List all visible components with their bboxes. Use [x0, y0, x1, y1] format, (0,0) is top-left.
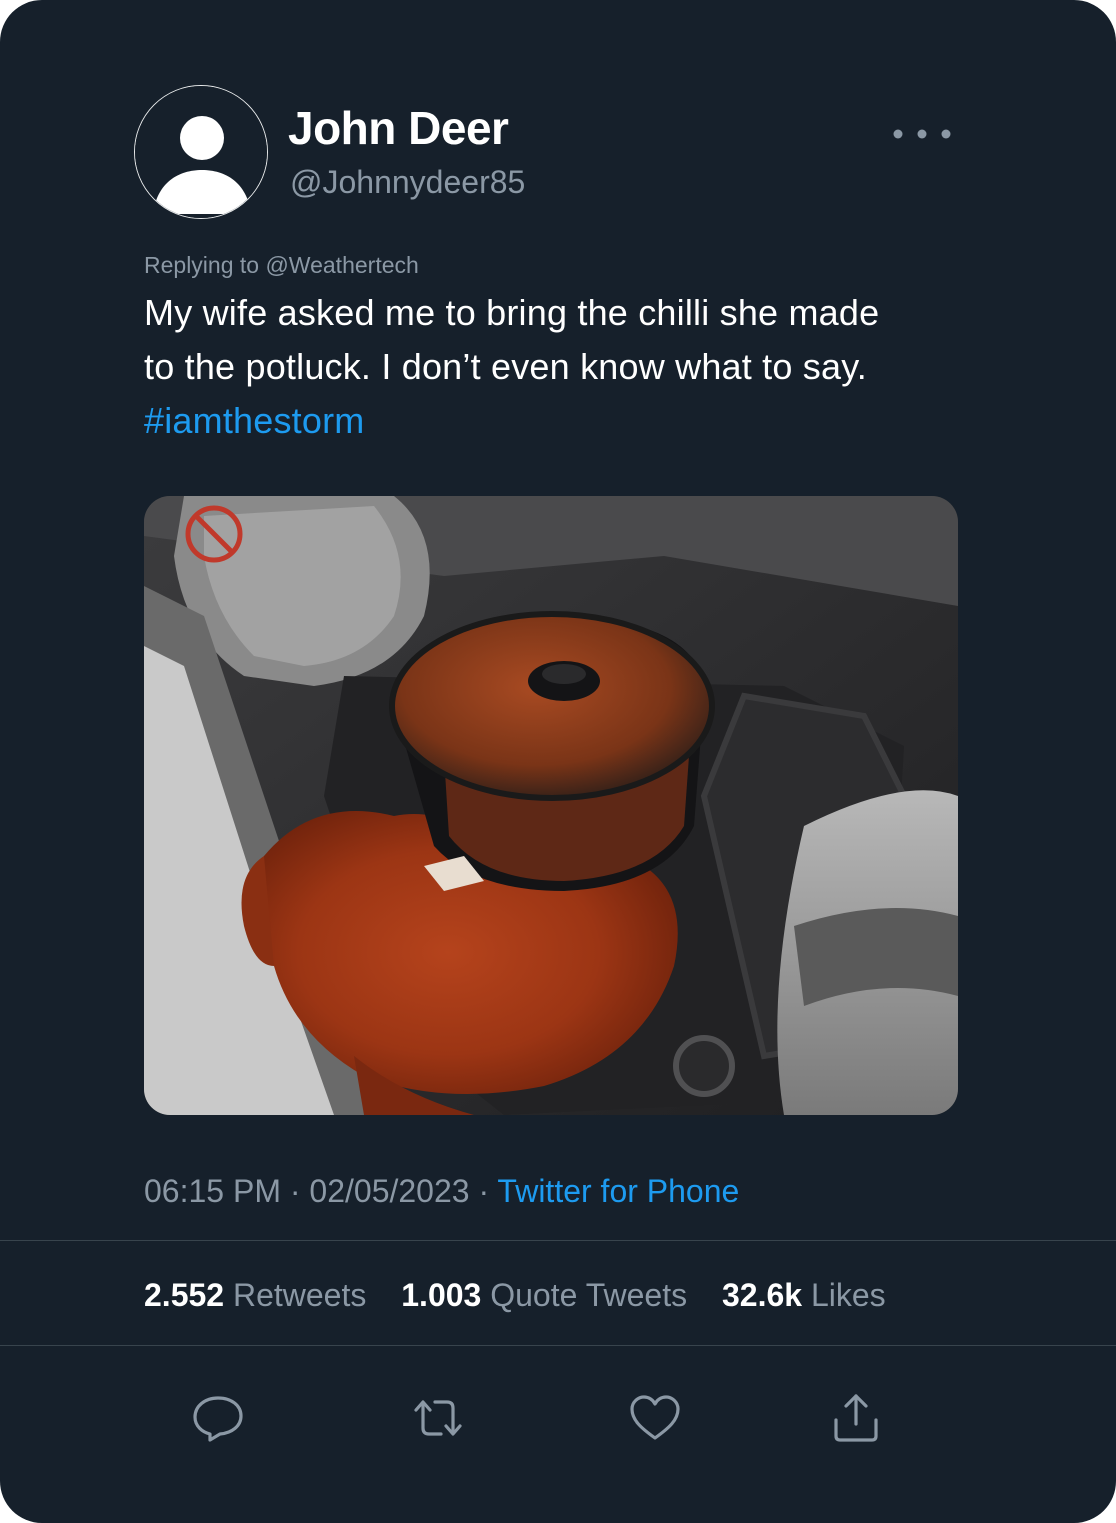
retweets-label: Retweets [232, 1277, 367, 1313]
tweet-text: My wife asked me to bring the chilli she… [144, 286, 984, 448]
more-dots-icon [893, 129, 951, 139]
retweet-button[interactable] [410, 1390, 466, 1446]
avatar[interactable] [134, 85, 268, 219]
tweet-time[interactable]: 06:15 PM [144, 1173, 281, 1209]
heart-icon [630, 1395, 680, 1440]
display-name[interactable]: John Deer [288, 101, 509, 155]
quote-tweets-count: 1.003 [401, 1277, 482, 1313]
quote-tweets-stat[interactable]: 1.003 Quote Tweets [401, 1277, 687, 1313]
tweet-stats: 2.552 Retweets 1.003 Quote Tweets 32.6k … [144, 1277, 912, 1314]
likes-stat[interactable]: 32.6k Likes [722, 1277, 886, 1313]
replying-to-label: Replying to @Weathertech [144, 252, 419, 278]
tweet-text-line: to the potluck. I don’t even know what t… [144, 346, 867, 387]
likes-count: 32.6k [721, 1277, 803, 1313]
retweets-stat[interactable]: 2.552 Retweets [144, 1277, 366, 1313]
quote-tweets-label: Quote Tweets [490, 1277, 688, 1313]
user-handle[interactable]: @Johnnydeer85 [290, 164, 525, 201]
default-user-avatar-icon [135, 86, 267, 218]
tweet-source-link[interactable]: Twitter for Phone [497, 1173, 739, 1209]
reply-button[interactable] [190, 1390, 246, 1446]
retweet-arrows-icon [414, 1400, 462, 1436]
like-button[interactable] [627, 1390, 683, 1446]
comment-bubble-icon [193, 1396, 243, 1442]
chilli-spill-photo [144, 496, 958, 1115]
hashtag-link[interactable]: #iamthestorm [144, 394, 984, 448]
tweet-meta: 06:15 PM · 02/05/2023 · Twitter for Phon… [144, 1173, 739, 1210]
divider [0, 1240, 1116, 1241]
share-button[interactable] [828, 1390, 884, 1446]
divider [0, 1345, 1116, 1346]
meta-separator: · [478, 1173, 490, 1209]
tweet-date[interactable]: 02/05/2023 [309, 1173, 469, 1209]
likes-label: Likes [810, 1277, 886, 1313]
more-options-button[interactable] [884, 114, 960, 154]
retweets-count: 2.552 [144, 1277, 225, 1313]
share-upload-icon [834, 1394, 878, 1442]
tweet-media-image[interactable] [144, 496, 958, 1115]
tweet-card: John Deer @Johnnydeer85 Replying to @Wea… [0, 0, 1116, 1523]
meta-separator: · [289, 1173, 301, 1209]
tweet-text-line: My wife asked me to bring the chilli she… [144, 292, 880, 333]
